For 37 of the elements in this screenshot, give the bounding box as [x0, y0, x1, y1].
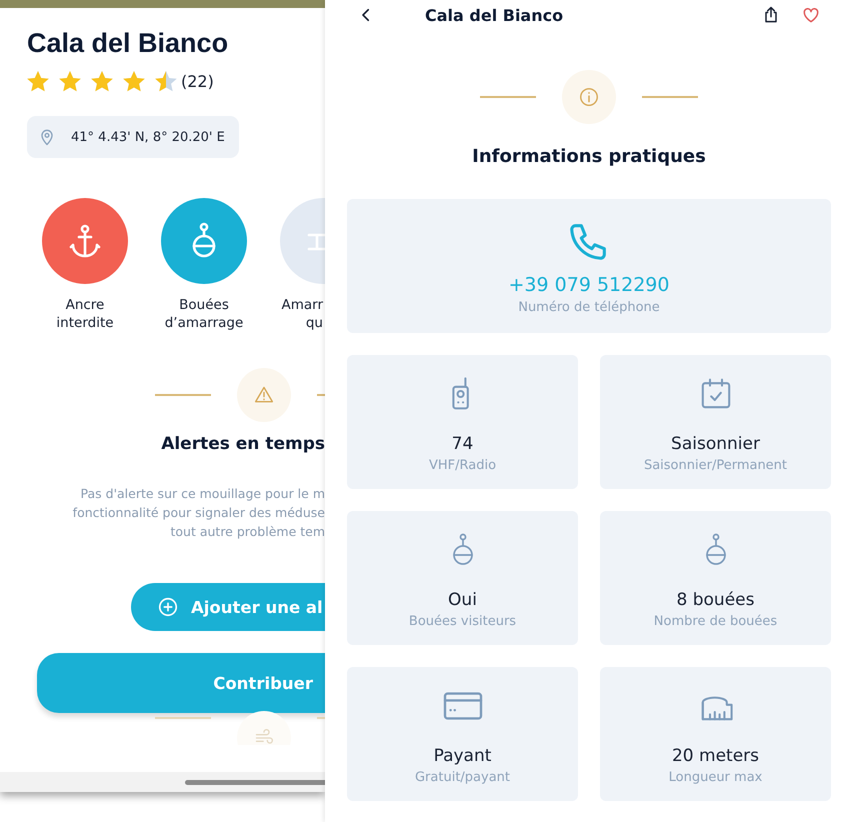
amenity-label: Bouées d’amarrage — [164, 296, 244, 332]
card-value: 20 meters — [672, 746, 760, 766]
contribute-button[interactable]: Contribuer — [37, 653, 325, 713]
section-title: Informations pratiques — [472, 146, 706, 167]
amenity-label: Ancre interdite — [56, 296, 114, 332]
star-icon — [91, 71, 113, 92]
review-count: (22) — [181, 72, 214, 91]
home-indicator[interactable] — [185, 780, 325, 784]
section-title: Alertes en temps — [161, 434, 325, 454]
heart-icon — [801, 5, 821, 25]
star-icon — [155, 71, 177, 92]
card-value: 74 — [452, 434, 474, 454]
star-icon — [27, 71, 49, 92]
card-label: Numéro de téléphone — [518, 300, 660, 314]
amenity-label: Amarr qu — [280, 296, 323, 332]
coordinates-text: 41° 4.43' N, 8° 20.20' E — [71, 130, 225, 144]
star-icon — [59, 71, 81, 92]
spot-title: Cala del Bianco — [27, 28, 228, 59]
wind-icon — [254, 728, 274, 745]
header-title: Cala del Bianco — [424, 6, 564, 24]
card-value: Oui — [448, 590, 477, 610]
card-value: Saisonnier — [671, 434, 760, 454]
card-label: Nombre de bouées — [654, 614, 778, 628]
phone-link[interactable]: +39 079 512290 — [508, 274, 670, 296]
plus-circle-icon — [157, 596, 179, 618]
card-value: 8 bouées — [676, 590, 754, 610]
card-label: VHF/Radio — [428, 458, 496, 472]
warning-icon — [254, 385, 274, 405]
card-label: Bouées visiteurs — [408, 614, 516, 628]
card-label: Gratuit/payant — [414, 770, 510, 784]
info-icon — [578, 86, 600, 108]
card-label: Longueur max — [668, 770, 762, 784]
star-icon — [123, 71, 145, 92]
add-alert-button[interactable]: Ajouter une al — [131, 583, 325, 631]
card-value: Payant — [434, 746, 492, 766]
card-label: Saisonnier/Permanent — [644, 458, 788, 472]
alert-message: Pas d'alerte sur ce mouillage pour le m fonctionnalité pour signaler des méduse tout autre problème tem — [72, 485, 325, 541]
